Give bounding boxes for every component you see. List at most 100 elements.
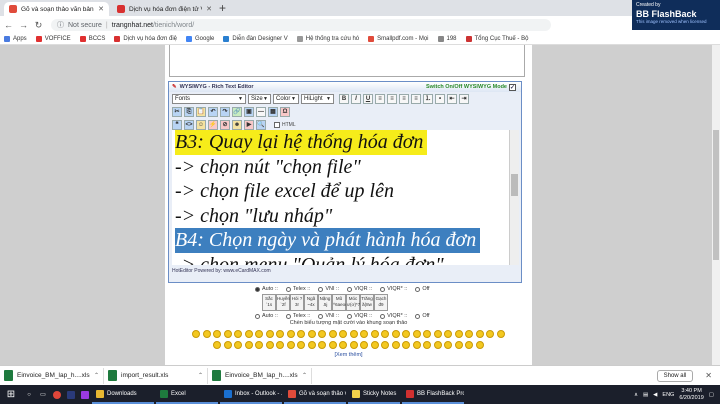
link-icon[interactable]: 🔗: [232, 106, 242, 117]
page-scroll-thumb[interactable]: [713, 130, 719, 260]
emoticon-icon[interactable]: [360, 341, 369, 349]
show-all-button[interactable]: Show all: [656, 369, 694, 382]
reload-icon[interactable]: ↻: [34, 20, 43, 31]
chevron-up-icon[interactable]: ⌃: [198, 372, 203, 379]
emoticon-icon[interactable]: [192, 330, 201, 338]
taskbar-app[interactable]: BB FlashBack Pro 5...: [402, 385, 464, 404]
outdent-icon[interactable]: ⇤: [447, 93, 457, 104]
input-method-radio[interactable]: VIQR* ::: [380, 286, 407, 292]
emoticon-icon[interactable]: [412, 341, 421, 349]
search-icon[interactable]: ○: [22, 385, 36, 404]
radio-circle[interactable]: [255, 286, 260, 292]
bookmark-item[interactable]: Diễn đàn Designer V: [223, 36, 288, 42]
emoticon-icon[interactable]: [496, 330, 505, 338]
input-method-radio[interactable]: Off: [415, 286, 430, 292]
emoticon-icon[interactable]: [286, 341, 295, 349]
info-icon[interactable]: ⓘ: [57, 20, 64, 30]
emoticon-icon[interactable]: [286, 330, 295, 338]
wysiwyg-toggle-checkbox[interactable]: ✓: [509, 84, 516, 91]
tab-close-icon[interactable]: ✕: [206, 5, 212, 13]
emoticon-icon[interactable]: [265, 341, 274, 349]
emoticon-icon[interactable]: [391, 330, 400, 338]
new-tab-icon[interactable]: +: [219, 1, 226, 15]
emoticon-icon[interactable]: ☻: [232, 119, 242, 130]
chrome-icon[interactable]: [50, 385, 64, 404]
flash-icon[interactable]: ⚡: [208, 119, 218, 130]
redo-icon[interactable]: ↷: [220, 106, 230, 117]
radio-circle[interactable]: [318, 313, 324, 319]
emoticon-icon[interactable]: [370, 330, 379, 338]
network-icon[interactable]: ▤: [643, 392, 648, 398]
bookmark-item[interactable]: Smallpdf.com - Mọi: [368, 36, 429, 42]
emoticon-icon[interactable]: [391, 341, 400, 349]
special-char-icon[interactable]: Ω: [280, 106, 290, 117]
unordered-list-icon[interactable]: •: [435, 93, 445, 104]
radio-circle[interactable]: [347, 313, 353, 319]
close-downloads-icon[interactable]: ✕: [705, 371, 712, 380]
emoticon-icon[interactable]: [349, 341, 358, 349]
radio-circle[interactable]: [415, 313, 421, 319]
copy-icon[interactable]: ⎘: [184, 106, 194, 117]
emoticon-icon[interactable]: [307, 341, 316, 349]
emoticon-icon[interactable]: [360, 330, 369, 338]
bookmark-item[interactable]: Hệ thống tra cứu hó: [296, 36, 359, 42]
more-emoticons-link[interactable]: [Xem thêm]: [165, 352, 532, 358]
quote-icon[interactable]: ❝: [172, 119, 182, 130]
indent-icon[interactable]: ⇥: [459, 93, 469, 104]
input-method-radio[interactable]: VNI ::: [318, 313, 339, 319]
taskbar-app[interactable]: Gõ và soạn thảo vă...: [284, 385, 346, 404]
emoticon-icon[interactable]: [318, 341, 327, 349]
emoticon-icon[interactable]: [339, 330, 348, 338]
emoticon-icon[interactable]: [265, 330, 274, 338]
volume-icon[interactable]: ◀: [653, 392, 657, 398]
emoticon-icon[interactable]: [381, 341, 390, 349]
download-item[interactable]: Einvoice_BM_lap_h....xls ⌃: [212, 367, 312, 384]
bookmark-item[interactable]: Apps: [4, 36, 27, 42]
back-icon[interactable]: ←: [4, 20, 13, 30]
paste-icon[interactable]: 📋: [196, 106, 206, 117]
emoticon-icon[interactable]: [423, 341, 432, 349]
emoticon-icon[interactable]: [454, 330, 463, 338]
windows-start-icon[interactable]: ⊞: [0, 385, 22, 404]
source-textarea[interactable]: [169, 45, 525, 77]
input-method-radio[interactable]: Telex ::: [285, 286, 310, 292]
justify-icon[interactable]: ≡: [411, 93, 421, 104]
align-left-icon[interactable]: ≡: [375, 93, 385, 104]
emoticon-icon[interactable]: [444, 330, 453, 338]
emoticon-icon[interactable]: [475, 341, 484, 349]
tab-close-icon[interactable]: ✕: [98, 5, 104, 13]
emoticon-icon[interactable]: [486, 330, 495, 338]
emoticon-icon[interactable]: [297, 330, 306, 338]
editor-document[interactable]: B3: Quay lại hệ thống hóa đơn -> chọn nú…: [172, 130, 509, 265]
taskbar-app[interactable]: Downloads: [92, 385, 154, 404]
download-item[interactable]: Einvoice_BM_lap_h....xls ⌃: [4, 367, 104, 384]
emoticon-icon[interactable]: [423, 330, 432, 338]
bookmark-item[interactable]: BCCS: [79, 36, 105, 42]
bookmark-item[interactable]: 198: [437, 36, 457, 42]
emoticon-icon[interactable]: [444, 341, 453, 349]
emoticon-icon[interactable]: [475, 330, 484, 338]
input-method-radio[interactable]: Auto ::: [255, 286, 278, 292]
radio-circle[interactable]: [255, 313, 260, 319]
task-view-icon[interactable]: ▭: [36, 385, 50, 404]
align-center-icon[interactable]: ≡: [387, 93, 397, 104]
youtube-icon[interactable]: ▶: [244, 119, 254, 130]
emoticon-icon[interactable]: [234, 330, 243, 338]
stop-icon[interactable]: ⊘: [220, 119, 230, 130]
notifications-icon[interactable]: ▢: [709, 392, 714, 398]
bookmark-item[interactable]: Google: [186, 36, 214, 42]
chevron-up-icon[interactable]: ⌃: [94, 372, 99, 379]
html-checkbox[interactable]: [274, 121, 280, 128]
html-mode-toggle[interactable]: HTML: [274, 121, 296, 128]
input-method-radio[interactable]: Auto ::: [255, 313, 278, 319]
font-select[interactable]: Fonts ▼: [172, 93, 246, 104]
input-method-radio[interactable]: Telex ::: [285, 313, 310, 319]
emoticon-icon[interactable]: [381, 330, 390, 338]
emoticon-icon[interactable]: [223, 330, 232, 338]
taskbar-app[interactable]: Inbox - Outlook - ...: [220, 385, 282, 404]
emoticon-icon[interactable]: [328, 330, 337, 338]
input-method-radio[interactable]: VIQR ::: [347, 286, 372, 292]
cut-icon[interactable]: ✂: [172, 106, 182, 117]
emoticon-icon[interactable]: [349, 330, 358, 338]
input-method-radio[interactable]: VIQR ::: [347, 313, 372, 319]
